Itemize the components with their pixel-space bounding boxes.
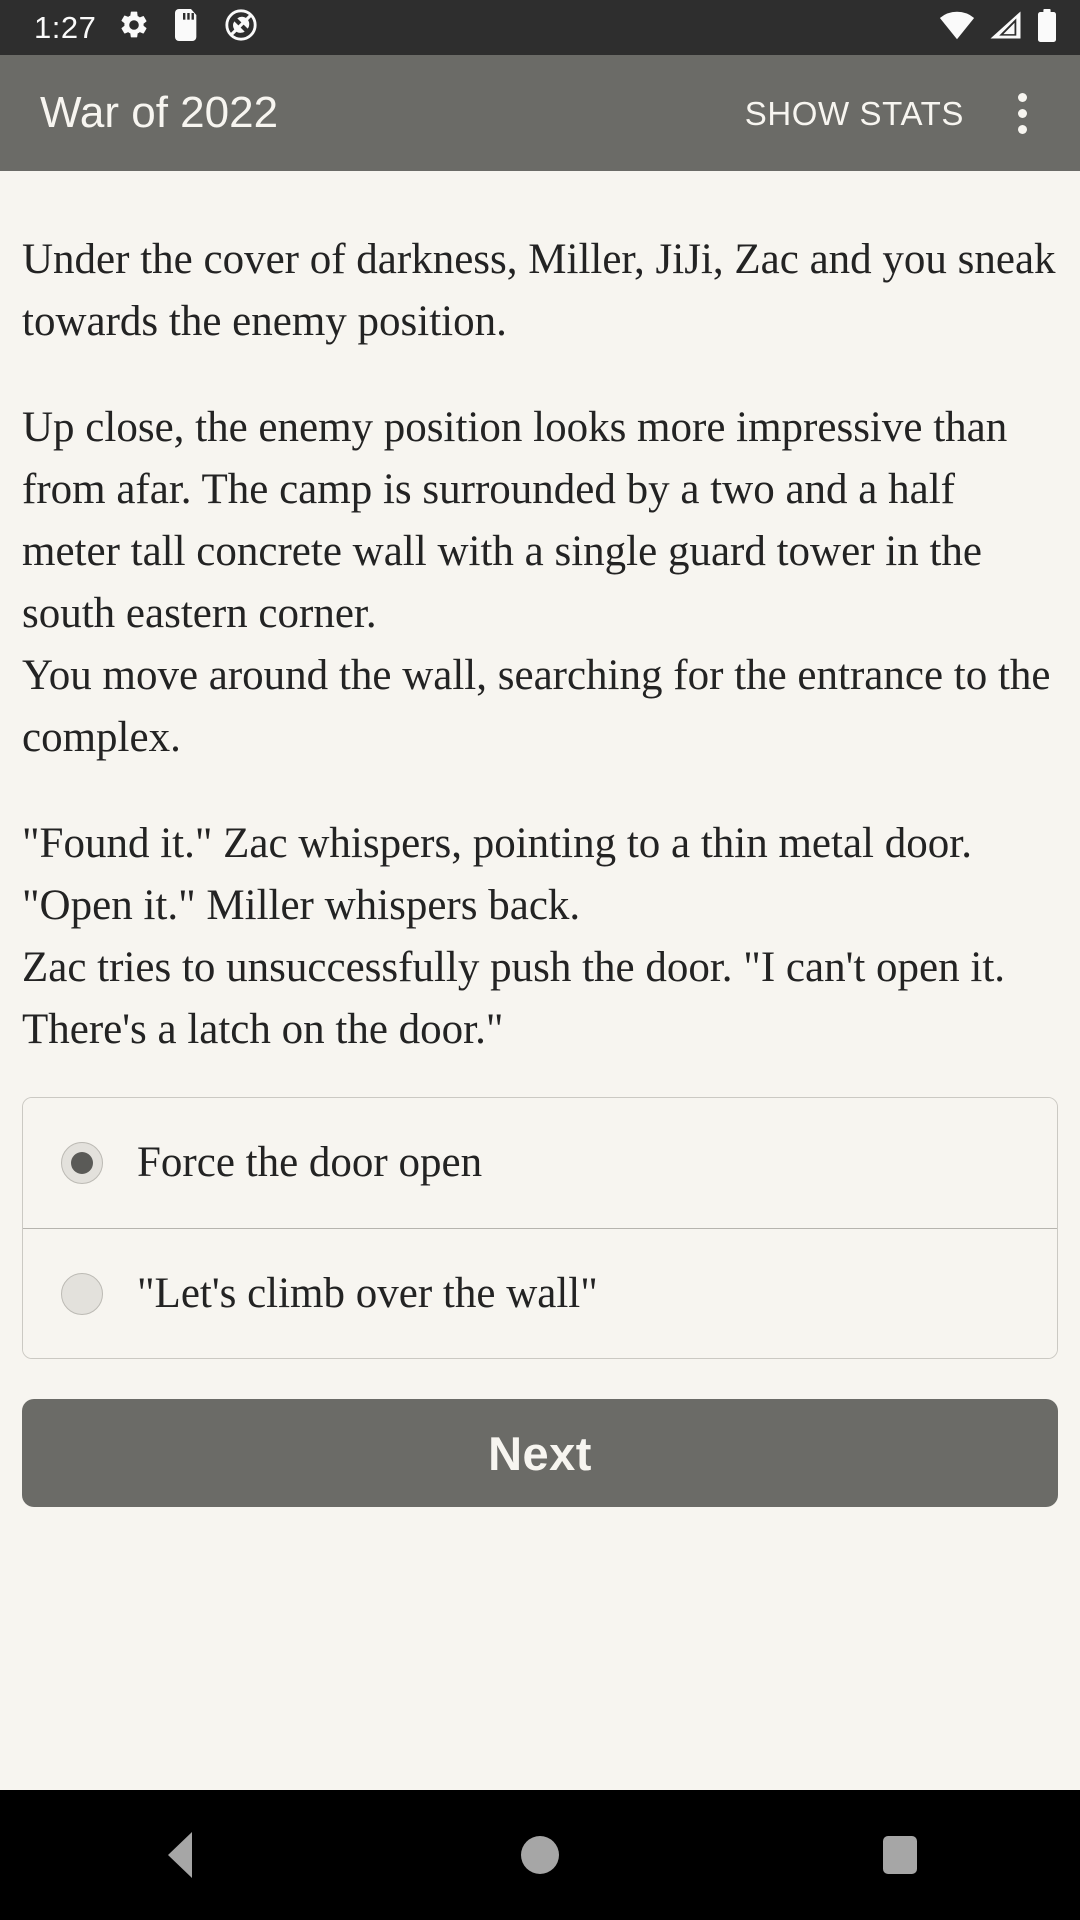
battery-icon: [1036, 8, 1058, 47]
silent-mode-icon: [224, 8, 258, 47]
page-title: War of 2022: [40, 88, 279, 137]
status-bar-left: 1:27: [34, 8, 258, 47]
gear-icon: [118, 9, 150, 46]
radio-button-selected[interactable]: [61, 1142, 103, 1184]
status-bar-right: [939, 8, 1058, 47]
option-row[interactable]: "Let's climb over the wall": [23, 1228, 1057, 1358]
sd-card-icon: [172, 9, 202, 46]
story-paragraph: Under the cover of darkness, Miller, JiJ…: [22, 236, 1056, 345]
story-paragraph: Up close, the enemy position looks more …: [22, 404, 1051, 761]
back-icon[interactable]: [95, 1790, 265, 1920]
choice-options-group: Force the door open "Let's climb over th…: [22, 1097, 1058, 1359]
story-content: Under the cover of darkness, Miller, JiJ…: [0, 171, 1080, 1790]
status-clock: 1:27: [34, 10, 97, 45]
show-stats-button[interactable]: SHOW STATS: [729, 83, 980, 144]
more-vert-icon[interactable]: [990, 81, 1054, 145]
story-paragraph: "Found it." Zac whispers, pointing to a …: [22, 820, 1006, 1053]
home-icon[interactable]: [455, 1790, 625, 1920]
radio-button-unselected[interactable]: [61, 1272, 103, 1315]
option-row[interactable]: Force the door open: [23, 1098, 1057, 1228]
app-bar: War of 2022 SHOW STATS: [0, 55, 1080, 171]
app-bar-actions: SHOW STATS: [729, 81, 1054, 145]
wifi-icon: [939, 10, 975, 45]
status-bar: 1:27: [0, 0, 1080, 55]
option-label: Force the door open: [137, 1139, 483, 1187]
android-navigation-bar: [0, 1790, 1080, 1920]
recents-icon[interactable]: [815, 1790, 985, 1920]
next-button[interactable]: Next: [22, 1399, 1058, 1507]
story-text: Under the cover of darkness, Miller, JiJ…: [22, 229, 1058, 1061]
phone-screen: 1:27 War of 2022 SHOW STATS Under the co…: [0, 0, 1080, 1920]
cellular-signal-icon: [989, 10, 1022, 45]
option-label: "Let's climb over the wall": [137, 1269, 598, 1317]
